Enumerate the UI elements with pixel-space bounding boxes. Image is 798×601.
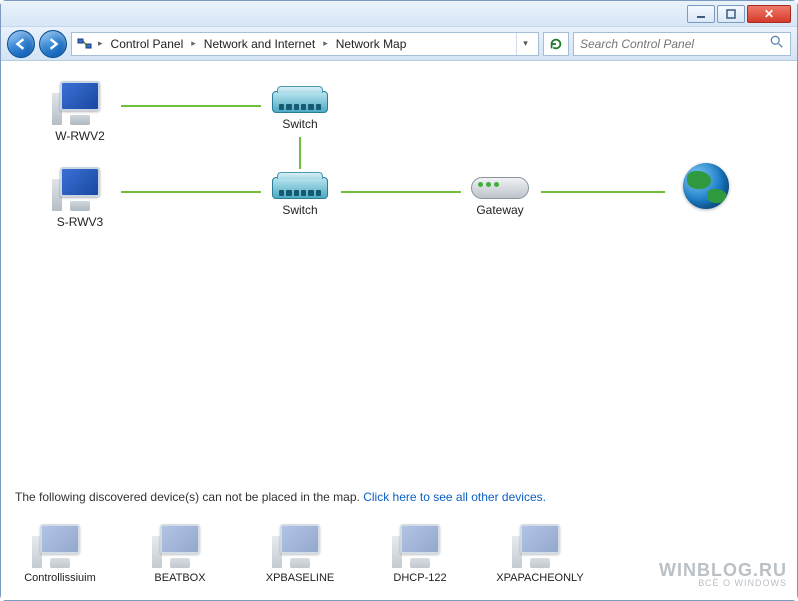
unmapped-device[interactable]: XPAPACHEONLY <box>495 524 585 584</box>
node-pc-srwv3[interactable]: S-RWV3 <box>35 167 125 229</box>
watermark-sub: ВСЁ О WINDOWS <box>659 579 787 588</box>
node-label: Switch <box>255 117 345 131</box>
search-box[interactable] <box>573 32 791 56</box>
unmapped-device[interactable]: DHCP-122 <box>375 524 465 584</box>
computer-icon <box>56 81 104 125</box>
content-area: W-RWV2 Switch S-RWV3 Switch <box>1 61 797 600</box>
node-label: Switch <box>255 203 345 217</box>
unmapped-message: The following discovered device(s) can n… <box>15 490 546 504</box>
network-icon <box>76 35 94 53</box>
link-line <box>121 191 261 193</box>
switch-icon <box>272 177 328 199</box>
navbar: ▸ Control Panel ▸ Network and Internet ▸… <box>1 27 797 61</box>
watermark-main: WINBLOG.RU <box>659 561 787 579</box>
maximize-button[interactable] <box>717 5 745 23</box>
switch-icon <box>272 91 328 113</box>
computer-icon <box>56 167 104 211</box>
device-label: XPBASELINE <box>255 572 345 584</box>
minimize-button[interactable] <box>687 5 715 23</box>
link-line <box>541 191 665 193</box>
node-internet[interactable] <box>661 163 751 209</box>
breadcrumb-control-panel[interactable]: Control Panel <box>107 37 188 51</box>
node-label: W-RWV2 <box>35 129 125 143</box>
device-label: Controllissiuim <box>15 572 105 584</box>
forward-button[interactable] <box>39 30 67 58</box>
gateway-icon <box>471 177 529 199</box>
watermark: WINBLOG.RU ВСЁ О WINDOWS <box>659 561 787 588</box>
globe-icon <box>683 163 729 209</box>
node-label: S-RWV3 <box>35 215 125 229</box>
computer-icon <box>156 524 204 568</box>
unmapped-device[interactable]: Controllissiuim <box>15 524 105 584</box>
refresh-button[interactable] <box>543 32 569 56</box>
chevron-icon: ▸ <box>321 38 330 49</box>
node-switch-2[interactable]: Switch <box>255 167 345 217</box>
network-map: W-RWV2 Switch S-RWV3 Switch <box>25 81 773 341</box>
unmapped-devices-row: Controllissiuim BEATBOX XPBASELINE DHCP-… <box>15 524 585 584</box>
unmapped-device[interactable]: XPBASELINE <box>255 524 345 584</box>
address-bar[interactable]: ▸ Control Panel ▸ Network and Internet ▸… <box>71 32 539 56</box>
link-line <box>341 191 461 193</box>
node-label: Gateway <box>455 203 545 217</box>
search-icon <box>770 35 784 52</box>
computer-icon <box>516 524 564 568</box>
link-line <box>299 137 301 169</box>
chevron-icon: ▸ <box>96 38 105 49</box>
computer-icon <box>396 524 444 568</box>
breadcrumb-network-map[interactable]: Network Map <box>332 37 411 51</box>
computer-icon <box>36 524 84 568</box>
close-button[interactable]: ✕ <box>747 5 791 23</box>
computer-icon <box>276 524 324 568</box>
unmapped-prefix: The following discovered device(s) can n… <box>15 490 363 504</box>
breadcrumb-network-internet[interactable]: Network and Internet <box>200 37 319 51</box>
node-gateway[interactable]: Gateway <box>455 167 545 217</box>
chevron-icon: ▸ <box>189 38 198 49</box>
titlebar: ✕ <box>1 1 797 27</box>
node-switch-1[interactable]: Switch <box>255 81 345 131</box>
link-line <box>121 105 261 107</box>
node-pc-wrwv2[interactable]: W-RWV2 <box>35 81 125 143</box>
device-label: XPAPACHEONLY <box>495 572 585 584</box>
search-input[interactable] <box>580 37 770 51</box>
device-label: BEATBOX <box>135 572 225 584</box>
device-label: DHCP-122 <box>375 572 465 584</box>
back-button[interactable] <box>7 30 35 58</box>
address-dropdown[interactable]: ▾ <box>516 33 534 55</box>
unmapped-device[interactable]: BEATBOX <box>135 524 225 584</box>
see-all-devices-link[interactable]: Click here to see all other devices. <box>363 490 546 504</box>
